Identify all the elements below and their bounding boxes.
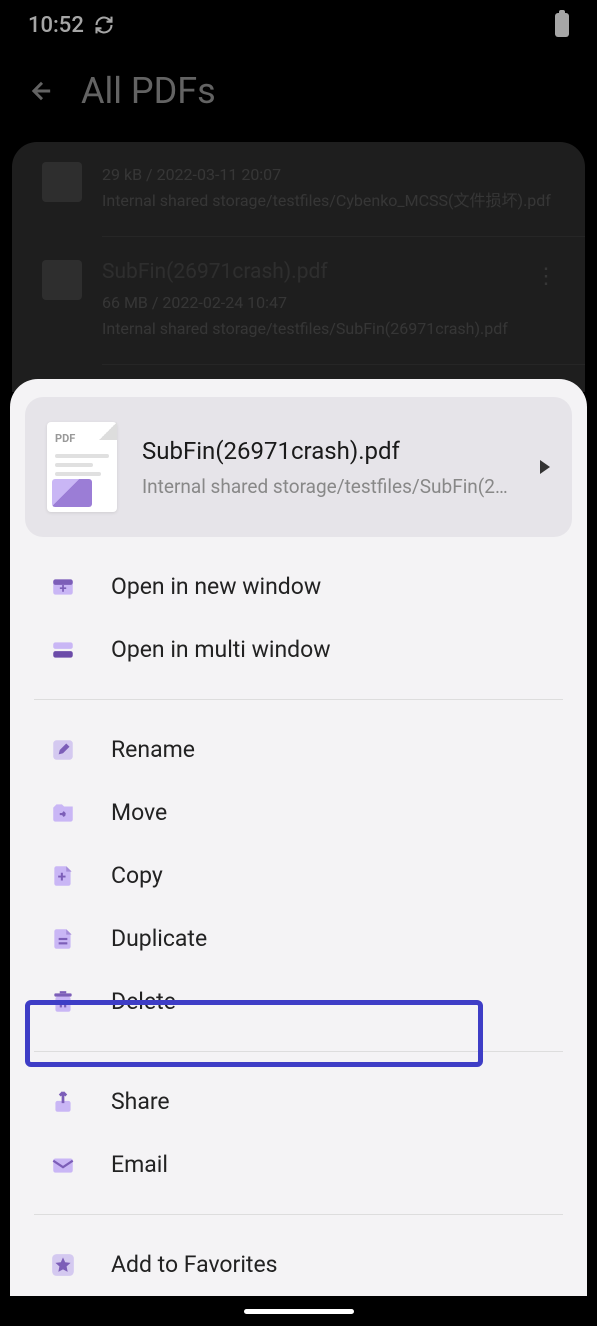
new-window-icon: + bbox=[50, 574, 76, 600]
file-meta: 66 MB / 2022-02-24 10:47 bbox=[102, 290, 555, 316]
file-item[interactable]: SubFin(26971crash).pdf 66 MB / 2022-02-2… bbox=[12, 245, 585, 356]
star-icon bbox=[50, 1252, 76, 1278]
copy-icon: + bbox=[50, 863, 76, 889]
move-item[interactable]: Move bbox=[10, 781, 587, 844]
status-time: 10:52 bbox=[28, 13, 84, 38]
rename-icon bbox=[50, 737, 76, 763]
move-icon bbox=[50, 800, 76, 826]
open-multi-window-item[interactable]: Open in multi window bbox=[10, 618, 587, 681]
file-path: Internal shared storage/testfiles/SubFin… bbox=[102, 316, 555, 342]
sheet-header[interactable]: PDF SubFin(26971crash).pdf Internal shar… bbox=[25, 397, 572, 537]
svg-text:+: + bbox=[59, 581, 66, 596]
nav-handle[interactable] bbox=[244, 1309, 354, 1314]
copy-item[interactable]: + Copy bbox=[10, 844, 587, 907]
duplicate-icon bbox=[50, 926, 76, 952]
pdf-thumb-icon bbox=[42, 260, 82, 300]
more-options-icon[interactable]: ⋮ bbox=[535, 275, 555, 279]
divider bbox=[34, 1051, 563, 1052]
menu-label: Open in new window bbox=[111, 573, 321, 600]
file-item[interactable]: 29 kB / 2022-03-11 20:07 Internal shared… bbox=[12, 142, 585, 228]
duplicate-item[interactable]: Duplicate bbox=[10, 907, 587, 970]
sync-icon bbox=[94, 15, 114, 35]
nav-bar bbox=[0, 1296, 597, 1326]
status-bar: 10:52 bbox=[0, 0, 597, 50]
file-name: SubFin(26971crash).pdf bbox=[102, 260, 555, 284]
file-path: Internal shared storage/testfiles/Cybenk… bbox=[102, 188, 555, 214]
menu-label: Add to Favorites bbox=[111, 1251, 278, 1278]
menu-label: Open in multi window bbox=[111, 636, 331, 663]
divider bbox=[34, 1214, 563, 1215]
back-arrow-icon[interactable] bbox=[28, 77, 56, 105]
share-item[interactable]: Share bbox=[10, 1070, 587, 1133]
email-icon bbox=[50, 1152, 76, 1178]
menu-label: Rename bbox=[111, 736, 195, 763]
file-meta: 29 kB / 2022-03-11 20:07 bbox=[102, 162, 555, 188]
pdf-thumbnail-icon: PDF bbox=[47, 422, 117, 512]
battery-icon bbox=[555, 13, 569, 37]
menu-label: Duplicate bbox=[111, 925, 207, 952]
multi-window-icon bbox=[50, 637, 76, 663]
delete-item[interactable]: Delete bbox=[10, 970, 587, 1033]
menu-label: Move bbox=[111, 799, 167, 826]
menu-label: Copy bbox=[111, 862, 163, 889]
add-favorites-item[interactable]: Add to Favorites bbox=[10, 1233, 587, 1296]
share-icon bbox=[50, 1089, 76, 1115]
menu-label: Share bbox=[111, 1088, 170, 1115]
sheet-file-path: Internal shared storage/testfiles/SubFin… bbox=[142, 475, 515, 498]
delete-icon bbox=[50, 989, 76, 1015]
sheet-file-title: SubFin(26971crash).pdf bbox=[142, 437, 515, 465]
page-title: All PDFs bbox=[81, 70, 216, 112]
pdf-thumb-icon bbox=[42, 162, 82, 202]
divider bbox=[34, 699, 563, 700]
app-header: All PDFs bbox=[0, 50, 597, 142]
chevron-right-icon bbox=[540, 460, 550, 474]
open-new-window-item[interactable]: + Open in new window bbox=[10, 555, 587, 618]
menu-label: Delete bbox=[111, 988, 176, 1015]
file-list: 29 kB / 2022-03-11 20:07 Internal shared… bbox=[12, 142, 585, 392]
svg-text:+: + bbox=[58, 867, 66, 885]
menu-label: Email bbox=[111, 1151, 168, 1178]
email-item[interactable]: Email bbox=[10, 1133, 587, 1196]
bottom-sheet: PDF SubFin(26971crash).pdf Internal shar… bbox=[10, 379, 587, 1296]
rename-item[interactable]: Rename bbox=[10, 718, 587, 781]
